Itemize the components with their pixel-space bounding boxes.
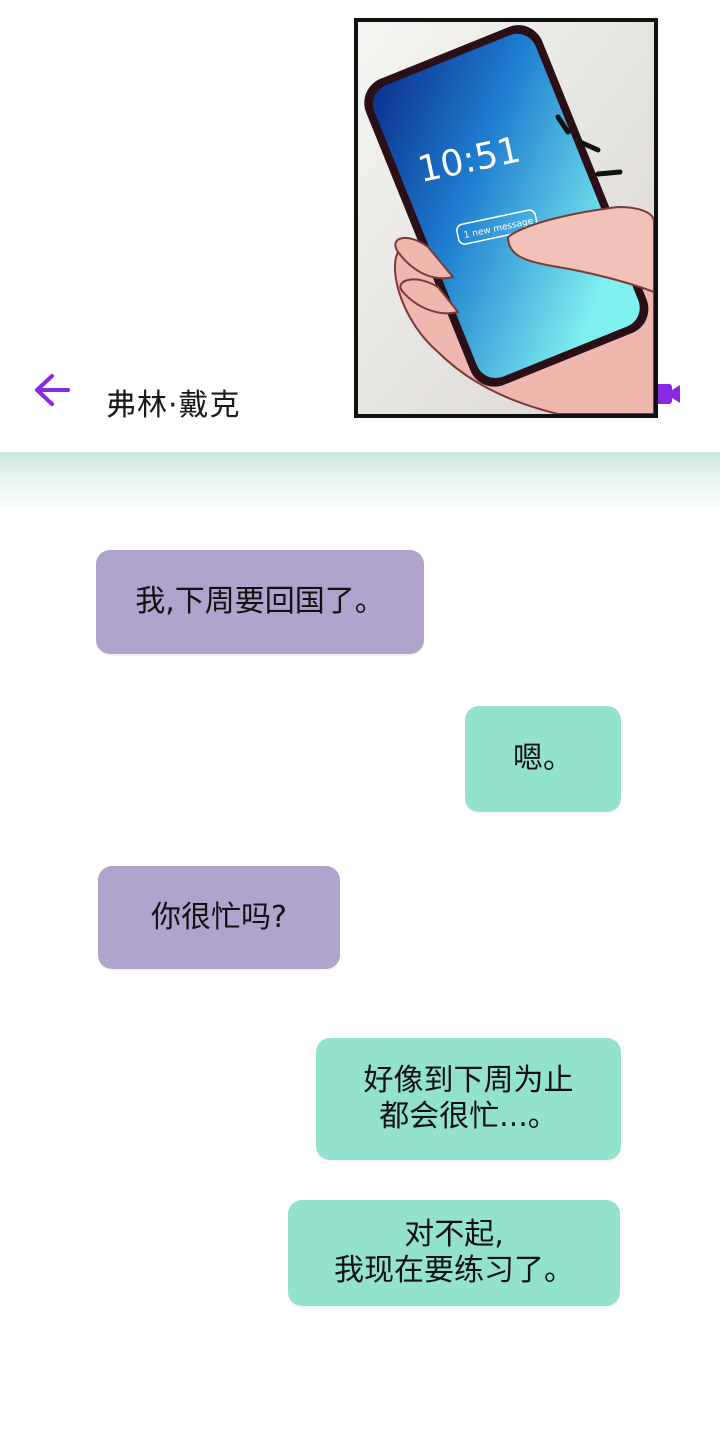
message-line: 对不起, xyxy=(404,1217,504,1252)
message-line: 我,下周要回国了。 xyxy=(135,584,385,619)
phone-illustration: 10:51 1 new message xyxy=(358,22,654,414)
arrow-left-icon[interactable] xyxy=(32,372,72,408)
video-camera-icon[interactable] xyxy=(654,378,682,410)
message-line: 都会很忙...。 xyxy=(379,1099,558,1134)
message-line: 我现在要练习了。 xyxy=(334,1253,574,1288)
message-bubble-sent: 对不起, 我现在要练习了。 xyxy=(288,1200,620,1306)
message-bubble-received: 我,下周要回国了。 xyxy=(96,550,424,654)
message-line: 好像到下周为止 xyxy=(363,1063,574,1098)
phone-illustration-panel: 10:51 1 new message xyxy=(354,18,658,418)
message-line: 嗯。 xyxy=(513,741,573,776)
message-line: 你很忙吗? xyxy=(151,899,287,935)
chat-header: 弗林·戴克 10:51 1 new message xyxy=(0,0,720,452)
message-bubble-sent: 嗯。 xyxy=(465,706,621,812)
message-bubble-sent: 好像到下周为止 都会很忙...。 xyxy=(316,1038,621,1160)
message-bubble-received: 你很忙吗? xyxy=(98,866,340,969)
header-divider-fade xyxy=(0,452,720,512)
contact-name: 弗林·戴克 xyxy=(106,388,241,423)
